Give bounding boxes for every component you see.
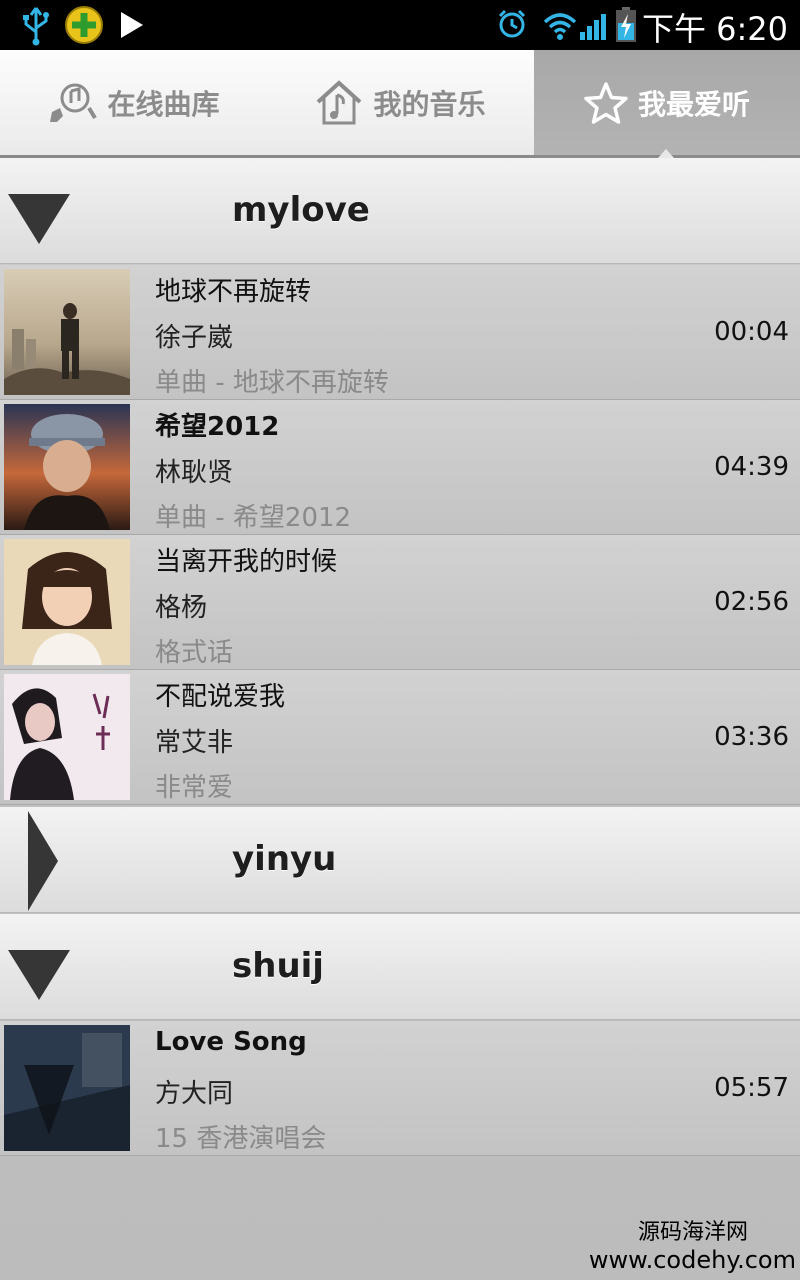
song-duration: 02:56 (714, 587, 789, 617)
song-artist: 林耿贤 (155, 458, 234, 488)
song-duration: 03:36 (714, 722, 789, 752)
wifi-icon (543, 13, 577, 40)
tab-label: 在线曲库 (107, 87, 220, 121)
song-album: 15 香港演唱会 (155, 1124, 327, 1154)
star-icon (584, 81, 628, 124)
song-title: Love Song (155, 1027, 307, 1057)
song-duration: 00:04 (714, 317, 789, 347)
tab-my-music[interactable]: 我的音乐 (267, 50, 534, 155)
song-title: 不配说爱我 (155, 682, 286, 712)
play-icon (121, 12, 143, 38)
status-bar: 下午 6:20 (0, 0, 800, 50)
group-header-mylove[interactable]: mylove (0, 158, 800, 264)
online-library-icon (50, 83, 98, 122)
song-row[interactable]: Love Song 方大同 15 香港演唱会 05:57 (0, 1021, 800, 1156)
song-duration: 05:57 (714, 1073, 789, 1103)
song-row[interactable]: 当离开我的时候 格杨 格式话 02:56 (0, 535, 800, 670)
expand-arrow-icon[interactable] (28, 811, 58, 911)
song-title: 希望2012 (155, 412, 280, 442)
tab-bar: 在线曲库 我的音乐 我最爱听 (0, 50, 800, 158)
tab-online-library[interactable]: 在线曲库 (0, 50, 267, 155)
album-cover (4, 404, 130, 530)
collapse-arrow-icon[interactable] (8, 194, 70, 244)
album-cover (4, 269, 130, 395)
album-cover (4, 1025, 130, 1151)
watermark-line1: 源码海洋网 (637, 1220, 748, 1245)
battery-charging-icon (616, 7, 636, 42)
album-cover (4, 674, 130, 800)
song-artist: 格杨 (155, 593, 208, 623)
group-header-shuij[interactable]: shuij (0, 914, 800, 1020)
clock: 下午 6:20 (641, 10, 788, 48)
song-row[interactable]: 不配说爱我 常艾非 非常爱 03:36 (0, 670, 800, 805)
song-duration: 04:39 (714, 452, 789, 482)
collapse-arrow-icon[interactable] (8, 950, 70, 1000)
song-artist: 方大同 (155, 1079, 234, 1109)
song-title: 当离开我的时候 (155, 547, 338, 577)
tab-label: 我的音乐 (373, 87, 486, 121)
my-music-icon (317, 79, 362, 124)
song-artist: 常艾非 (155, 728, 234, 758)
signal-icon (580, 14, 606, 40)
song-title: 地球不再旋转 (155, 277, 312, 307)
album-cover (4, 539, 130, 665)
watermark-line2: www.codehy.com (588, 1246, 796, 1274)
tab-label: 我最爱听 (637, 87, 750, 121)
alarm-icon (498, 9, 526, 38)
song-album: 格式话 (155, 638, 234, 668)
group-title: yinyu (232, 839, 337, 879)
group-header-yinyu[interactable]: yinyu (0, 807, 800, 913)
song-row[interactable]: 地球不再旋转 徐子崴 单曲 - 地球不再旋转 00:04 (0, 265, 800, 400)
song-row[interactable]: 希望2012 林耿贤 单曲 - 希望2012 04:39 (0, 400, 800, 535)
tab-favorites[interactable]: 我最爱听 (534, 50, 800, 155)
song-album: 单曲 - 希望2012 (155, 503, 352, 533)
song-album: 非常爱 (155, 773, 234, 803)
usb-icon (23, 7, 49, 46)
360-icon (65, 6, 103, 44)
active-tab-indicator (658, 149, 674, 158)
group-title: mylove (232, 190, 370, 230)
group-title: shuij (232, 946, 324, 986)
song-artist: 徐子崴 (155, 323, 234, 353)
watermark: 源码海洋网 www.codehy.com (589, 1214, 796, 1274)
song-album: 单曲 - 地球不再旋转 (155, 368, 389, 398)
